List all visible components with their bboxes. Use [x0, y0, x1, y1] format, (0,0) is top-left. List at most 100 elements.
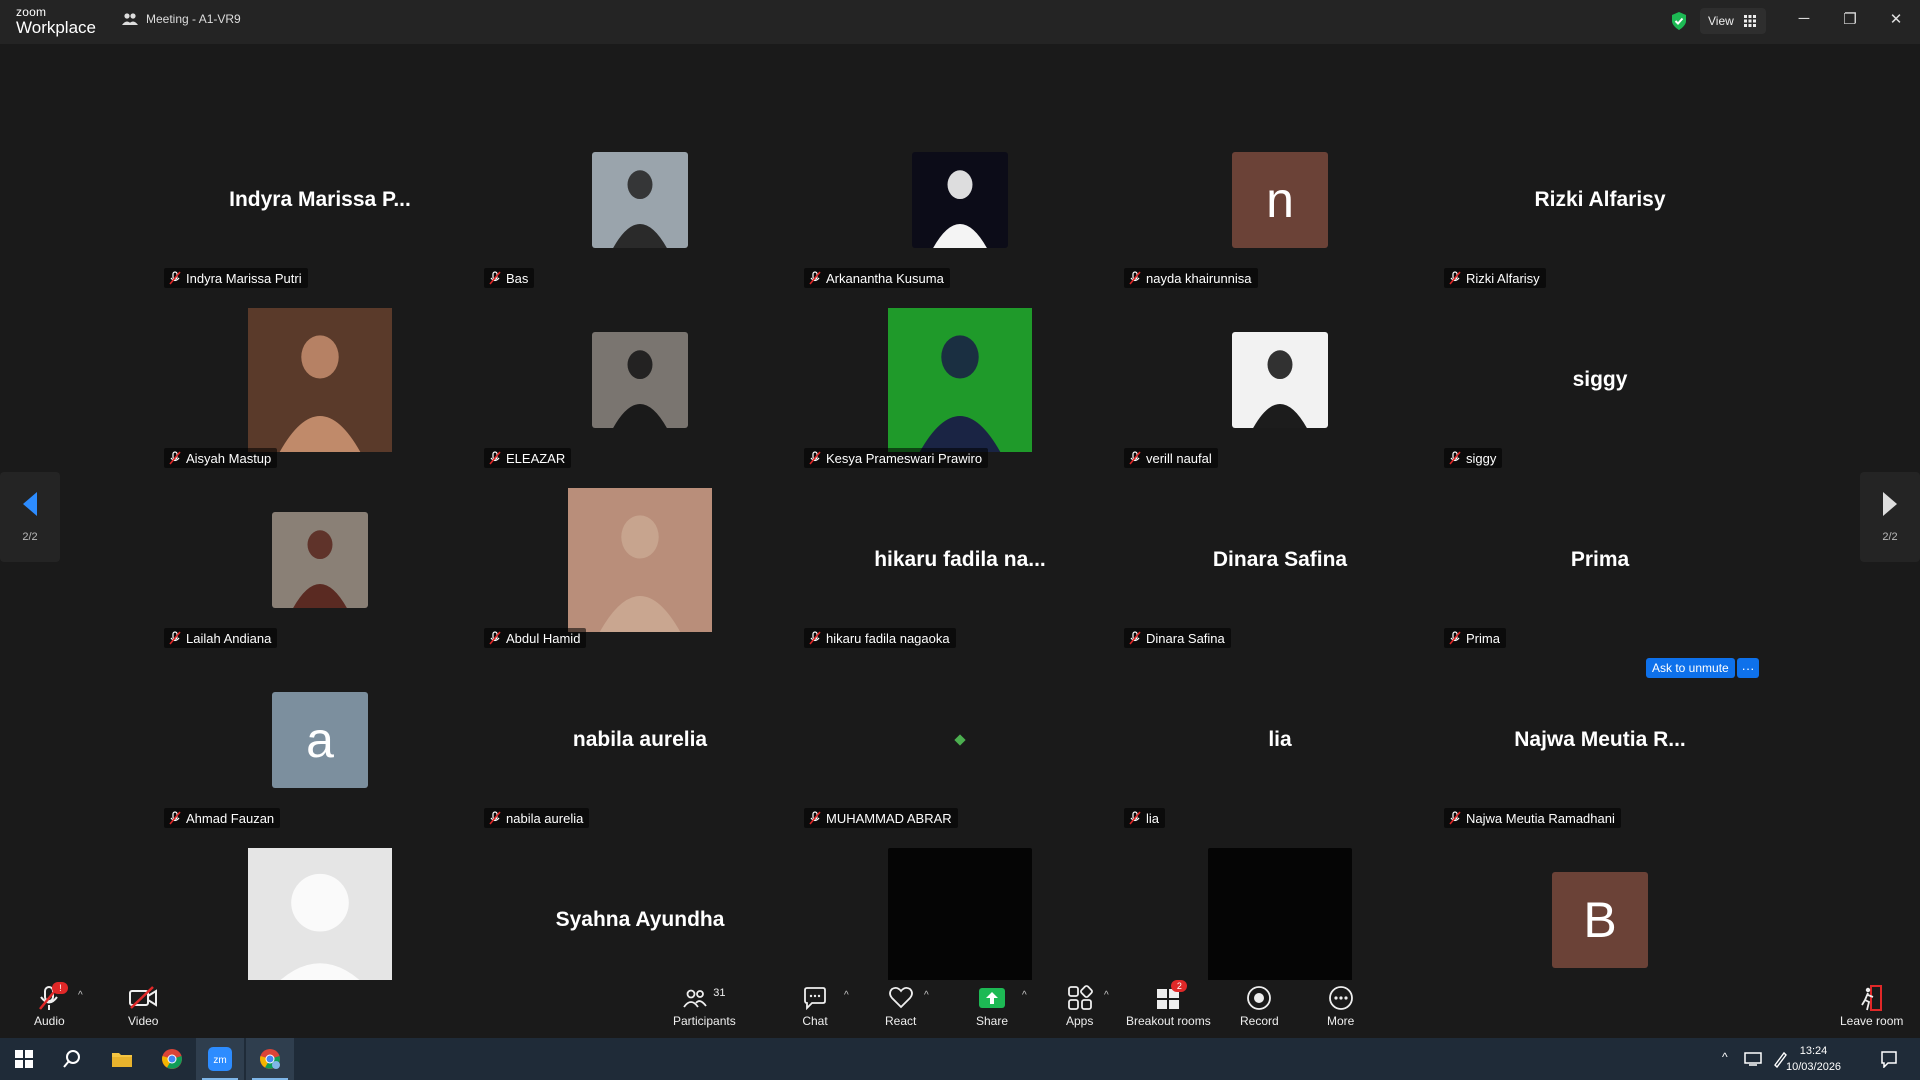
participant-tile[interactable]: nabila aurelia nabila aurelia [480, 650, 800, 830]
windows-start-button[interactable] [0, 1038, 48, 1080]
mic-muted-icon [169, 451, 181, 465]
participant-tile[interactable]: a Ahmad Fauzan [160, 650, 480, 830]
participant-name-label: Lailah Andiana [164, 628, 278, 648]
participant-tile[interactable]: Bas [480, 110, 800, 290]
leave-room-button[interactable]: Leave room [1840, 982, 1903, 1028]
mic-muted-icon [489, 451, 501, 465]
heart-icon [888, 986, 913, 1009]
record-icon [1247, 986, 1272, 1010]
participant-display-name: nabila aurelia [572, 728, 708, 751]
participant-name-label: nayda khairunnisa [1124, 268, 1258, 288]
participant-name-label: ELEAZAR [484, 448, 572, 468]
participant-tile[interactable]: Rizki Alfarisy Rizki Alfarisy [1440, 110, 1760, 290]
mic-muted-icon [1129, 451, 1141, 465]
share-button[interactable]: Share [976, 982, 1008, 1028]
participant-name-label: Prima [1444, 628, 1506, 648]
participant-name: Dinara Safina [1146, 630, 1225, 646]
audio-options-caret[interactable]: ^ [78, 990, 83, 1001]
close-button[interactable]: ✕ [1884, 10, 1908, 28]
chrome-button[interactable] [148, 1038, 196, 1080]
participant-name: ELEAZAR [506, 450, 566, 466]
page-indicator-right: 2/2 [1882, 531, 1898, 543]
next-page-button[interactable]: 2/2 [1860, 472, 1920, 562]
participant-name: nayda khairunnisa [1146, 270, 1252, 286]
tile-more-button[interactable]: ··· [1737, 658, 1759, 678]
notifications-icon[interactable] [1880, 1050, 1898, 1068]
apps-options-caret[interactable]: ^ [1104, 990, 1109, 1001]
participant-name: Aisyah Mastup [186, 450, 272, 466]
chrome-profile-button[interactable] [246, 1038, 294, 1080]
video-feed [888, 308, 1032, 452]
more-button[interactable]: More [1327, 982, 1354, 1028]
participant-tile[interactable]: ELEAZAR [480, 290, 800, 470]
participant-display-name: Rizki Alfarisy [1534, 188, 1666, 211]
breakout-rooms-button[interactable]: 2 Breakout rooms [1126, 980, 1211, 1028]
security-shield-icon[interactable] [1670, 11, 1688, 36]
system-clock[interactable]: 13:24 10/03/2026 [1786, 1043, 1841, 1075]
video-label: Video [128, 1014, 159, 1028]
participant-tile[interactable]: Prima Prima [1440, 470, 1760, 650]
participant-tile[interactable]: verill naufal [1120, 290, 1440, 470]
participant-tile[interactable]: hikaru fadila na... hikaru fadila nagaoka [800, 470, 1120, 650]
participant-name: hikaru fadila nagaoka [826, 630, 950, 646]
mic-muted-icon [489, 271, 501, 285]
restore-button[interactable]: ❐ [1838, 10, 1862, 28]
participant-name-label: lia [1124, 808, 1166, 828]
arrow-left-icon [23, 492, 37, 516]
video-button[interactable]: Video [128, 982, 158, 1028]
avatar-initial: B [1583, 892, 1617, 948]
participant-tile[interactable]: siggy siggy [1440, 290, 1760, 470]
participant-tile[interactable]: Indyra Marissa P... Indyra Marissa Putri [160, 110, 480, 290]
search-button[interactable] [48, 1038, 96, 1080]
participants-button[interactable]: 31 Participants [673, 982, 736, 1028]
participant-name-label: Kesya Prameswari Prawiro [804, 448, 989, 468]
record-button[interactable]: Record [1240, 982, 1279, 1028]
mic-muted-icon [489, 631, 501, 645]
react-options-caret[interactable]: ^ [924, 990, 929, 1001]
participant-tile[interactable]: Arkanantha Kusuma [800, 110, 1120, 290]
view-button[interactable]: View [1700, 8, 1766, 34]
participant-tile[interactable]: Abdul Hamid [480, 470, 800, 650]
participant-tile[interactable]: n nayda khairunnisa [1120, 110, 1440, 290]
participant-name-label: nabila aurelia [484, 808, 590, 828]
participant-name-label: Indyra Marissa Putri [164, 268, 308, 288]
meeting-info[interactable]: Meeting - A1-VR9 [122, 12, 241, 26]
audio-button[interactable]: ! Audio [34, 982, 69, 1028]
chat-options-caret[interactable]: ^ [844, 990, 849, 1001]
title-bar: zoom Workplace Meeting - A1-VR9 View ─ ❐… [0, 0, 1920, 44]
mic-muted-icon [1449, 631, 1461, 645]
share-options-caret[interactable]: ^ [1022, 990, 1027, 1001]
minimize-button[interactable]: ─ [1792, 10, 1816, 27]
previous-page-button[interactable]: 2/2 [0, 472, 60, 562]
windows-logo-icon [15, 1050, 33, 1068]
file-explorer-button[interactable] [98, 1038, 146, 1080]
participant-tile[interactable]: MUHAMMAD ABRAR [800, 650, 1120, 830]
network-icon[interactable] [1744, 1051, 1762, 1067]
participant-name-label: Najwa Meutia Ramadhani [1444, 808, 1621, 828]
react-button[interactable]: React [885, 982, 916, 1028]
svg-text:zm: zm [213, 1055, 226, 1066]
tray-chevron-icon[interactable]: ^ [1722, 1050, 1728, 1064]
ask-to-unmute-button[interactable]: Ask to unmute [1646, 658, 1735, 678]
leave-room-label: Leave room [1840, 1014, 1904, 1028]
profile-photo [272, 512, 368, 608]
participant-tile[interactable]: Kesya Prameswari Prawiro [800, 290, 1120, 470]
zoom-taskbar-button[interactable]: zm [196, 1038, 244, 1080]
participant-name-label: Ahmad Fauzan [164, 808, 281, 828]
mic-muted-icon [809, 451, 821, 465]
participant-name: Ahmad Fauzan [186, 810, 275, 826]
participant-tile[interactable]: Aisyah Mastup [160, 290, 480, 470]
apps-button[interactable]: Apps [1066, 982, 1093, 1028]
mic-muted-icon [809, 811, 821, 825]
participant-name: Lailah Andiana [186, 630, 272, 646]
participant-name: Bas [506, 270, 529, 286]
participant-tile[interactable]: Lailah Andiana [160, 470, 480, 650]
chat-button[interactable]: Chat [802, 982, 828, 1028]
participant-tile[interactable]: Dinara Safina Dinara Safina [1120, 470, 1440, 650]
participant-name: Abdul Hamid [506, 630, 581, 646]
participant-tile[interactable]: lia lia [1120, 650, 1440, 830]
meeting-title: Meeting - A1-VR9 [146, 12, 241, 26]
folder-icon [112, 1053, 132, 1067]
participant-display-name: lia [1268, 728, 1292, 751]
mic-muted-icon [809, 631, 821, 645]
